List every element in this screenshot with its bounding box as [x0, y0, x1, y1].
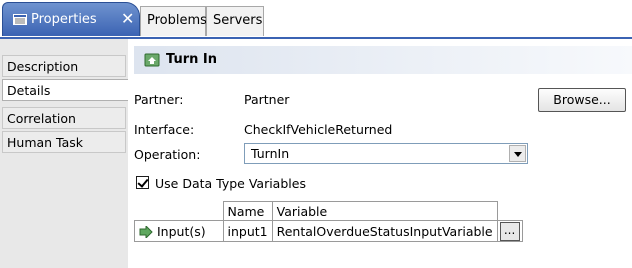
sidebar-item-description[interactable]: Description — [2, 55, 126, 77]
partner-label: Partner: — [134, 92, 184, 107]
section-header: Turn In — [134, 46, 632, 74]
sidebar-item-label: Correlation — [7, 111, 76, 126]
partner-value: Partner — [244, 92, 290, 107]
tab-properties-label: Properties — [31, 12, 97, 27]
page-title: Turn In — [166, 52, 217, 67]
properties-icon — [13, 14, 27, 25]
use-data-types-checkbox[interactable] — [136, 176, 149, 189]
table-header-name: Name — [222, 201, 273, 221]
operation-label: Operation: — [134, 147, 201, 162]
table-header-blank — [497, 202, 522, 221]
sidebar-item-label: Description — [7, 59, 79, 74]
row-label-cell: Input(s) — [134, 220, 224, 242]
view-tab-bar: Properties ✕ Problems Servers — [0, 0, 632, 38]
activity-icon — [144, 53, 160, 67]
row-name-cell[interactable]: input1 — [222, 220, 273, 242]
interface-value: CheckIfVehicleReturned — [244, 122, 393, 137]
table-header-blank — [135, 202, 224, 221]
tab-servers-label: Servers — [213, 13, 263, 28]
operation-value: TurnIn — [251, 146, 290, 161]
row-button-cell: ... — [496, 220, 523, 242]
sidebar-item-label: Details — [7, 83, 51, 98]
input-arrow-icon — [139, 224, 153, 240]
sidebar-item-details[interactable]: Details — [2, 79, 130, 101]
operation-dropdown[interactable]: TurnIn — [244, 143, 528, 164]
table-header-variable: Variable — [271, 201, 498, 221]
tab-problems-label: Problems — [147, 13, 207, 28]
ellipsis-button[interactable]: ... — [499, 221, 520, 241]
tab-problems[interactable]: Problems — [140, 6, 207, 36]
use-data-types-label: Use Data Type Variables — [155, 176, 306, 191]
sidebar-item-label: Human Task — [7, 135, 84, 150]
sidebar-item-correlation[interactable]: Correlation — [2, 107, 126, 129]
table-row[interactable]: Input(s) input1 RentalOverdueStatusInput… — [134, 220, 523, 242]
sidebar-item-human-task[interactable]: Human Task — [2, 131, 126, 153]
tab-servers[interactable]: Servers — [206, 6, 264, 36]
row-label: Input(s) — [156, 223, 206, 239]
variables-table: Name Variable Input(s) input1 RentalOver… — [134, 201, 523, 242]
interface-label: Interface: — [134, 122, 195, 137]
row-variable-cell[interactable]: RentalOverdueStatusInputVariable — [271, 220, 498, 242]
chevron-down-icon[interactable] — [509, 145, 526, 162]
tab-properties[interactable]: Properties ✕ — [2, 2, 140, 36]
browse-button[interactable]: Browse... — [538, 88, 626, 112]
close-icon[interactable]: ✕ — [121, 9, 134, 28]
